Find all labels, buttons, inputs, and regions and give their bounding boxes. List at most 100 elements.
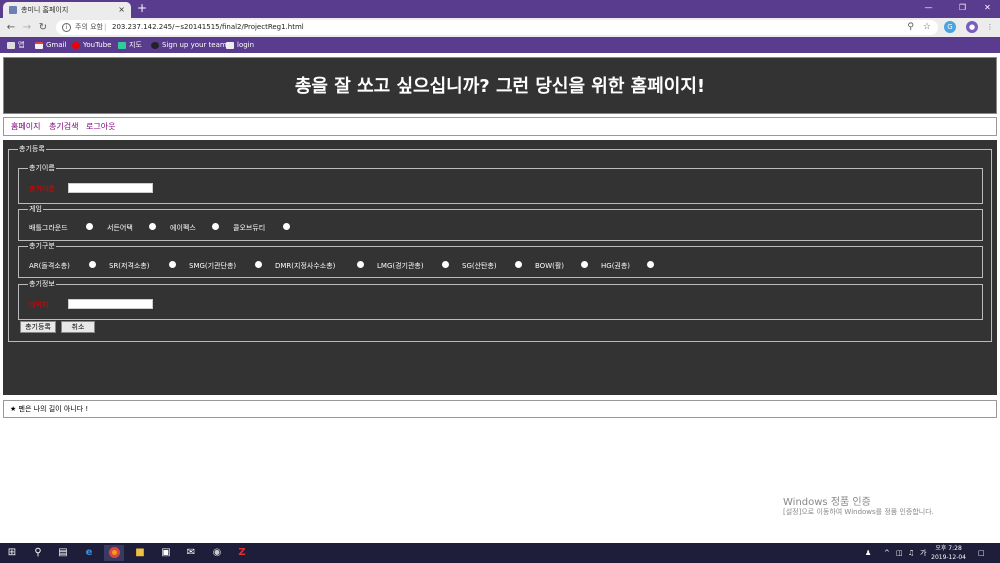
tab-close-icon[interactable]: ×	[118, 2, 125, 18]
gmail-icon	[35, 41, 43, 49]
page-icon	[226, 41, 234, 49]
gun-info-fieldset: 총기정보 데미지	[18, 279, 983, 320]
extension-icon[interactable]: G	[944, 21, 956, 33]
nav-home-link[interactable]: 홈페이지	[11, 118, 40, 136]
game-option-label: 에이펙스	[170, 224, 196, 232]
site-nav: 홈페이지 총기검색 로그아웃	[3, 117, 997, 136]
game-legend: 게임	[28, 204, 43, 215]
bookmark-label: login	[237, 41, 255, 49]
gun-type-radio-ar[interactable]	[89, 261, 96, 268]
window-close-icon[interactable]: ✕	[975, 0, 1000, 18]
file-explorer-icon[interactable]: ■	[130, 545, 150, 561]
cancel-button[interactable]: 취소	[61, 321, 95, 333]
gun-type-label: LMG(경기관총)	[377, 262, 424, 270]
people-icon[interactable]: ♟	[865, 543, 871, 563]
damage-input[interactable]	[68, 299, 153, 309]
new-tab-button[interactable]: +	[135, 1, 149, 16]
bookmark-label: 지도	[129, 41, 142, 49]
gun-type-radio-hg[interactable]	[647, 261, 654, 268]
profile-icon[interactable]: ●	[966, 21, 978, 33]
gun-type-label: BOW(활)	[535, 262, 565, 270]
notification-icon[interactable]: □	[978, 543, 985, 563]
gun-register-fieldset: 총기등록 총기이름 총기이름 게임 배틀그라운드 서든어택 에이펙스 콜오브듀티	[8, 144, 992, 342]
gun-type-label: HG(권총)	[601, 262, 631, 270]
address-separator: |	[104, 23, 107, 31]
bookmark-gmail[interactable]: Gmail	[35, 38, 66, 52]
gun-type-label: DMR(지정사수소총)	[275, 262, 336, 270]
game-radio-battlegrounds[interactable]	[86, 223, 93, 230]
forward-arrow-icon[interactable]: →	[20, 20, 34, 35]
game-radio-callofduty[interactable]	[283, 223, 290, 230]
gun-type-radio-smg[interactable]	[255, 261, 262, 268]
gun-type-radio-sr[interactable]	[169, 261, 176, 268]
gun-type-radio-bow[interactable]	[581, 261, 588, 268]
network-icon[interactable]: ◫	[896, 543, 903, 563]
gun-type-radio-lmg[interactable]	[442, 261, 449, 268]
filezilla-icon[interactable]: Z	[232, 545, 252, 561]
register-button[interactable]: 총기등록	[20, 321, 56, 333]
gun-type-radio-sg[interactable]	[515, 261, 522, 268]
page-title: 총을 잘 쏘고 싶으십니까? 그런 당신을 위한 홈페이지!	[294, 76, 706, 97]
taskbar-clock[interactable]: 오후 7:28 2019-12-04	[931, 544, 966, 562]
address-bar[interactable]: i 주의 요함 | 203.237.142.245/~s20141515/fin…	[56, 20, 938, 35]
clock-time: 오후 7:28	[935, 545, 962, 552]
bookmark-signup[interactable]: Sign up your team	[151, 38, 227, 52]
screen: 총미니 홈페이지 × + — ❐ ✕ ← → ↻ i 주의 요함 | 203.2…	[0, 0, 1000, 563]
bookmark-label: Sign up your team	[162, 41, 227, 49]
volume-icon[interactable]: ♫	[908, 543, 914, 563]
back-arrow-icon[interactable]: ←	[4, 20, 18, 35]
nav-logout-link[interactable]: 로그아웃	[86, 118, 115, 136]
gun-type-fieldset: 총기구분 AR(돌격소총) SR(저격소총) SMG(기관단총) DMR(지정사…	[18, 241, 983, 278]
edge-browser-icon[interactable]: e	[79, 545, 99, 561]
mail-icon[interactable]: ✉	[181, 545, 201, 561]
game-fieldset: 게임 배틀그라운드 서든어택 에이펙스 콜오브듀티	[18, 204, 983, 241]
gun-type-label: SR(저격소총)	[109, 262, 150, 270]
bookmark-label: 앱	[18, 41, 25, 49]
url-text[interactable]: 203.237.142.245/~s20141515/final2/Projec…	[112, 20, 304, 35]
chrome-icon[interactable]	[104, 545, 124, 561]
info-icon[interactable]: i	[62, 23, 71, 32]
bookmark-star-icon[interactable]: ☆	[923, 20, 931, 35]
bookmarks-bar: 앱 Gmail YouTube 지도 Sign up your team log…	[0, 37, 1000, 53]
youtube-icon	[72, 41, 80, 49]
bookmark-label: YouTube	[83, 41, 112, 49]
gun-type-label: SG(산탄총)	[462, 262, 497, 270]
gun-type-radio-dmr[interactable]	[357, 261, 364, 268]
activation-watermark-text: [설정]으로 이동하여 Windows를 정품 인증합니다.	[783, 508, 934, 516]
game-option-label: 서든어택	[107, 224, 133, 232]
bookmark-youtube[interactable]: YouTube	[72, 38, 111, 52]
browser-tab[interactable]: 총미니 홈페이지 ×	[3, 2, 131, 18]
windows-start-icon[interactable]: ⊞	[2, 545, 22, 561]
github-icon	[151, 41, 159, 49]
bookmark-login[interactable]: login	[226, 38, 254, 52]
main-content: 총기등록 총기이름 총기이름 게임 배틀그라운드 서든어택 에이펙스 콜오브듀티	[3, 140, 997, 395]
zoom-icon[interactable]: ⚲	[907, 20, 914, 35]
game-radio-suddenattack[interactable]	[149, 223, 156, 230]
maps-icon	[118, 41, 126, 49]
security-label: 주의 요함	[75, 23, 103, 31]
gun-name-input[interactable]	[68, 183, 153, 193]
tab-title: 총미니 홈페이지	[21, 6, 69, 14]
menu-icon[interactable]: ⋮	[984, 21, 996, 33]
ime-indicator[interactable]: 가	[920, 543, 926, 563]
store-icon[interactable]: ▣	[156, 545, 176, 561]
reload-icon[interactable]: ↻	[36, 20, 50, 35]
bookmark-maps[interactable]: 지도	[118, 38, 142, 52]
gun-name-fieldset: 총기이름 총기이름	[18, 163, 983, 204]
browser-toolbar: ← → ↻ i 주의 요함 | 203.237.142.245/~s201415…	[0, 18, 1000, 37]
bookmark-apps[interactable]: 앱	[7, 38, 24, 52]
task-view-icon[interactable]: ▤	[53, 545, 73, 561]
search-icon[interactable]: ⚲	[28, 545, 48, 561]
restore-icon[interactable]: ❐	[950, 0, 975, 18]
gun-name-legend: 총기이름	[28, 163, 56, 174]
gun-type-legend: 총기구분	[28, 241, 56, 252]
minimize-icon[interactable]: —	[916, 0, 941, 18]
damage-label: 데미지	[29, 301, 49, 309]
game-radio-apex[interactable]	[212, 223, 219, 230]
nav-search-link[interactable]: 총기검색	[49, 118, 78, 136]
gun-type-label: SMG(기관단총)	[189, 262, 237, 270]
bookmark-label: Gmail	[46, 41, 67, 49]
app-icon[interactable]: ◉	[207, 545, 227, 561]
tray-chevron-icon[interactable]: ^	[884, 543, 890, 563]
page-header: 총을 잘 쏘고 싶으십니까? 그런 당신을 위한 홈페이지!	[3, 57, 997, 114]
